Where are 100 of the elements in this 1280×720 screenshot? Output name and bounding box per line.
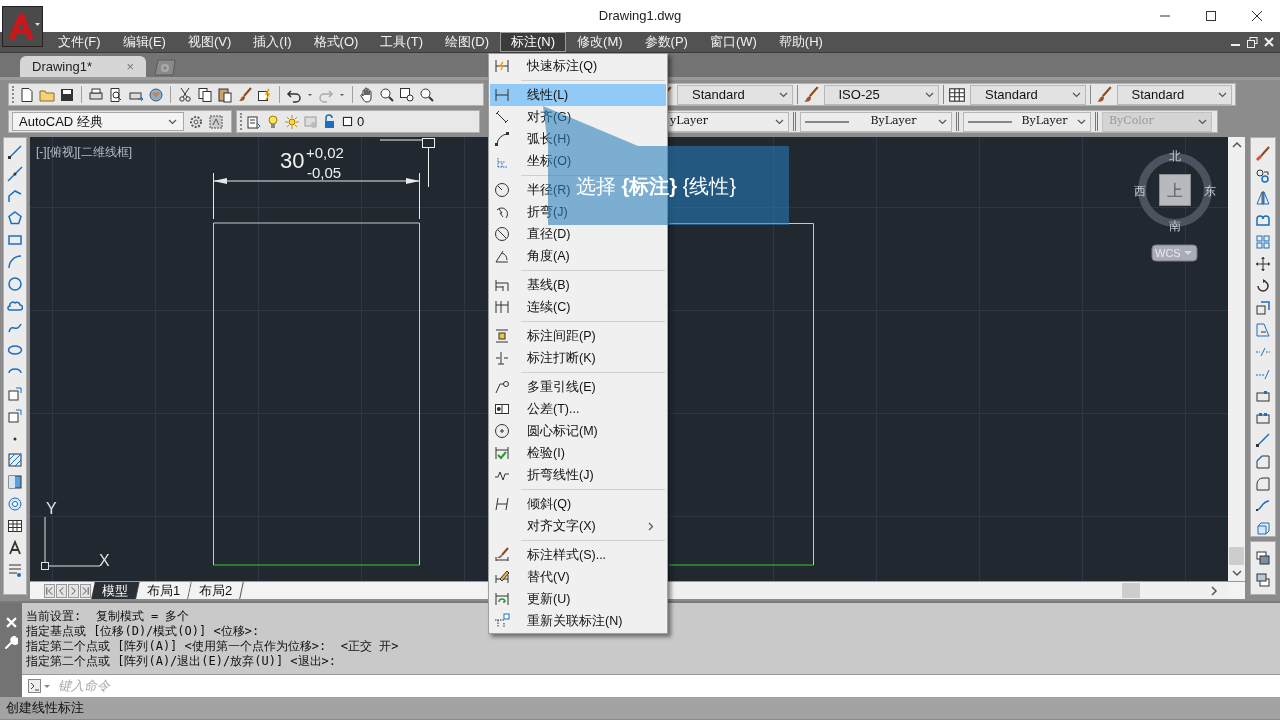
magnifier-icon[interactable] [108,86,124,103]
terminal-icon[interactable] [28,679,52,693]
menu-item[interactable]: 标注间距(P) [490,325,598,347]
document-tab[interactable]: Drawing1* × [20,56,146,77]
property-dropdown[interactable]: ByLayer [800,111,952,132]
join-icon[interactable] [1254,410,1271,426]
rectangle-icon[interactable] [7,232,23,248]
clipboard-icon[interactable] [217,86,233,103]
break-icon[interactable] [1254,388,1271,404]
scroll-down-icon[interactable] [1231,569,1242,577]
line-icon[interactable] [1254,432,1271,448]
style-dropdown[interactable]: Standard [970,84,1086,105]
floppy-icon[interactable] [59,86,75,103]
style-dropdown[interactable]: Standard [1116,84,1232,105]
hand-icon[interactable] [359,86,375,103]
cloud-icon[interactable] [7,298,23,314]
next-icon[interactable] [68,583,79,598]
command-input[interactable]: 键入命令 [58,676,1280,696]
menu-item[interactable]: 格式(O) [302,32,370,52]
ucs-dropdown[interactable] [1151,244,1198,262]
hatch-icon[interactable] [7,452,23,468]
menu-item[interactable]: 折弯(J) [490,201,570,223]
menu-item[interactable]: 编辑(E) [111,32,177,52]
gear-icon[interactable] [188,113,204,130]
arc-icon[interactable] [7,254,23,270]
array-icon[interactable] [1254,234,1271,250]
menu-item[interactable]: 角度(A) [490,245,572,267]
close-icon[interactable] [1264,37,1274,47]
menu-item[interactable]: 参数(P) [633,32,699,52]
menu-item[interactable]: 快速标注(Q) [490,55,600,77]
region-icon[interactable] [7,496,23,512]
wrench-icon[interactable] [4,636,18,650]
menu-item[interactable]: 线性(L) [490,84,666,106]
previous-icon[interactable] [56,583,67,598]
ellipse-icon[interactable] [7,342,23,358]
pentagon-icon[interactable] [7,210,23,226]
style-dropdown[interactable]: ISO-25 [823,84,939,105]
menu-item[interactable]: 视图(V) [176,32,243,52]
blend-icon[interactable] [1254,498,1271,514]
text-lines-icon[interactable] [7,562,23,578]
diagonal-line-icon[interactable] [7,166,23,182]
menu-item[interactable]: 坐标(O) [490,150,574,172]
fillet-icon[interactable] [1254,476,1271,492]
vertical-scrollbar[interactable] [1228,137,1245,581]
style-dropdown[interactable]: Standard [677,84,793,105]
menu-item[interactable]: 替代(V) [490,566,572,588]
menu-item[interactable]: 标注样式(S)... [490,544,609,566]
table-icon[interactable] [7,518,23,534]
brush-icon[interactable] [237,86,253,103]
scroll-right-icon[interactable] [1210,585,1218,596]
brush-icon[interactable] [801,85,820,104]
mirror-icon[interactable] [1254,190,1271,206]
compass-label[interactable]: 西 [1134,184,1146,198]
move-icon[interactable] [1254,256,1271,272]
explode-icon[interactable] [1254,520,1271,536]
viewport-label[interactable]: [-][俯视][二维线框] [36,145,132,159]
brush-icon[interactable] [1094,85,1113,104]
menu-item[interactable]: 更新(U) [490,588,573,610]
menu-item[interactable]: 修改(M) [566,32,634,52]
block-icon[interactable] [7,408,23,424]
menu-item[interactable]: 帮助(H) [767,32,834,52]
rotate-icon[interactable] [1254,278,1271,294]
magnifier-icon[interactable] [379,86,395,103]
menu-item[interactable]: 重新关联标注(N) [490,610,625,632]
menu-item[interactable]: 工具(T) [369,32,434,52]
restore-icon[interactable] [1247,36,1258,48]
chamfer-icon[interactable] [1254,454,1271,470]
menu-item[interactable]: 折弯线性(J) [490,464,596,486]
block-icon[interactable] [7,386,23,402]
menu-item[interactable]: 多重引线(E) [490,376,598,398]
polyline-icon[interactable] [7,188,23,204]
gradient-icon[interactable] [7,474,23,490]
lightning-icon[interactable] [257,86,273,103]
property-dropdown[interactable]: ByLayer [963,111,1091,132]
offset-icon[interactable] [1254,212,1271,228]
layout-tab[interactable]: 模型 [91,582,140,599]
layout-tab[interactable]: 布局2 [188,582,245,599]
menu-item[interactable]: 检验(I) [490,442,567,464]
printer-icon[interactable] [88,86,104,103]
scissors-icon[interactable] [177,86,193,103]
menu-item[interactable]: 窗口(W) [698,32,768,52]
menu-item[interactable]: 倾斜(Q) [490,493,574,515]
last-page-icon[interactable] [80,583,91,598]
scrollbar-thumb[interactable] [1229,547,1244,565]
line-icon[interactable] [7,144,23,160]
scrollbar-thumb[interactable] [1122,583,1140,598]
pages-icon[interactable] [197,86,213,103]
copy-circles-icon[interactable] [1254,168,1271,184]
compass-label[interactable]: 东 [1204,184,1216,198]
text-tool-icon[interactable] [7,540,23,556]
toolbar-icon[interactable] [208,113,224,130]
layout-tab[interactable]: 布局1 [136,582,193,599]
menu-item[interactable]: 圆心标记(M) [490,420,600,442]
menu-item[interactable]: 标注(N) [500,32,567,52]
globe-icon[interactable] [148,86,164,103]
menu-item[interactable]: 连续(C) [490,296,573,318]
compass-label[interactable]: 南 [1169,219,1181,233]
new-tab-icon[interactable] [152,58,178,76]
menu-item[interactable]: 公差(T)... [490,398,582,420]
menu-item[interactable]: 对齐文字(X) [490,515,666,537]
